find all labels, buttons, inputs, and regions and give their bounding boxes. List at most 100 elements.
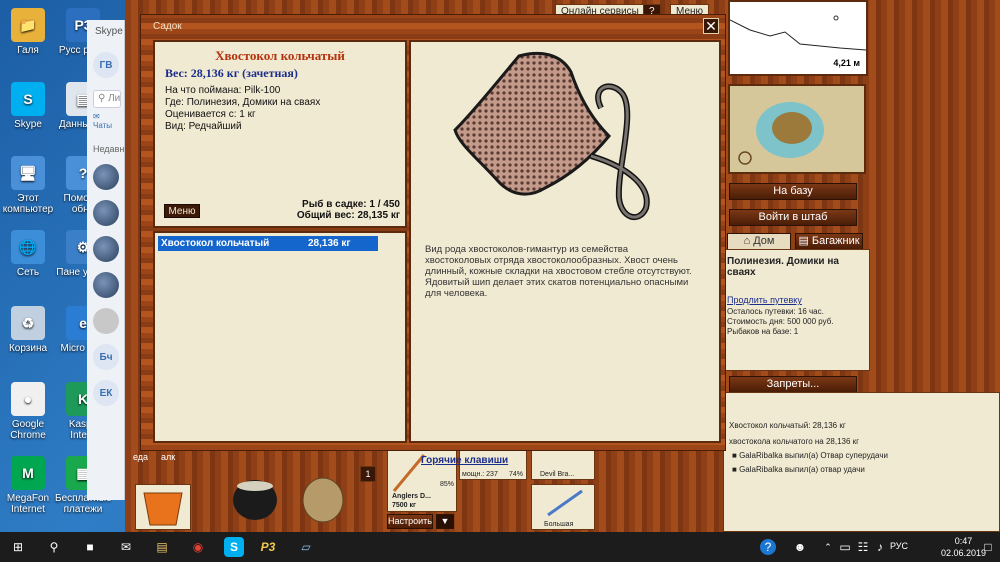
bucket-slot[interactable]: [135, 484, 191, 530]
location-title: Полинезия. Домики на сваях: [727, 256, 839, 278]
rod-name: Anglers D...: [392, 493, 431, 500]
caught-on: На что поймана: Pilk-100: [165, 85, 281, 96]
close-icon[interactable]: ✕: [703, 18, 719, 34]
store-icon[interactable]: ■: [80, 537, 100, 557]
depth-value: 4,21 м: [833, 58, 860, 68]
anglers-at-base: Рыбаков на базе: 1: [727, 327, 799, 336]
caught-where: Где: Полинезия, Домики на сваях: [165, 97, 321, 108]
location-info: Полинезия. Домики на сваях Продлить путе…: [723, 249, 870, 371]
setup-dropdown-icon[interactable]: ▼: [436, 514, 454, 529]
help-tray-icon[interactable]: ?: [760, 539, 776, 555]
mail-icon[interactable]: ✉: [116, 537, 136, 557]
lure-slot[interactable]: Devil Bra...: [531, 450, 595, 480]
species-rarity: Вид: Редчайший: [165, 121, 242, 132]
desktop-icon[interactable]: 🖥 Этот компьютер: [0, 156, 56, 215]
skype-contact-avatar[interactable]: Бч: [93, 344, 119, 370]
skype-contact-avatar[interactable]: [93, 272, 119, 298]
start-icon[interactable]: ⊞: [8, 537, 28, 557]
log-line: Хвостокол кольчатый: 28,136 кг: [729, 421, 846, 430]
desktop-app-icon: 🌐: [11, 230, 45, 264]
skype-chats-tab[interactable]: ✉ Чаты: [93, 112, 124, 130]
stingray-image: [453, 51, 650, 221]
bans-button[interactable]: Запреты...: [729, 376, 857, 393]
enter-hq-button[interactable]: Войти в штаб: [729, 209, 857, 226]
desktop-icon-label: Google Chrome: [10, 419, 46, 441]
game-taskbar-icon[interactable]: Р3: [258, 537, 278, 557]
fish-list-name: Хвостокол кольчатый: [161, 238, 270, 249]
desktop-icon-label: Галя: [17, 45, 39, 56]
desktop-icon-label: Корзина: [8, 343, 48, 354]
voucher-remaining: Осталось путевки: 16 час.: [727, 307, 824, 316]
food-label: еда: [133, 452, 149, 462]
people-icon[interactable]: ☻: [790, 537, 810, 557]
extend-voucher-link[interactable]: Продлить путевку: [727, 295, 802, 305]
hotkeys-link[interactable]: Горячие клавиши: [421, 455, 508, 466]
taskbar: ⊞ ⚲ ■ ✉ ▤ ◉ S Р3 ▱ ? ☻ ⌃ ▭ ☷ ♪ РУС 0:47 …: [0, 532, 1000, 562]
fish-list: Хвостокол кольчатый 28,136 кг: [153, 231, 407, 443]
desktop-icon-label: Skype: [14, 119, 42, 130]
volume-icon[interactable]: ♪: [870, 537, 890, 557]
fish-info-panel: Хвостокол кольчатый Вес: 28,136 кг (заче…: [153, 40, 407, 228]
island-map: [730, 86, 864, 172]
desktop-icon[interactable]: 🌐 Сеть: [0, 230, 56, 278]
desktop-app-icon: M: [11, 456, 45, 490]
lure-name: Devil Bra...: [540, 471, 575, 478]
log-line: ■ GalaRibalka выпил(а) отвар удачи: [732, 465, 865, 474]
depth-graph: 4,21 м: [728, 0, 868, 76]
skype-avatar[interactable]: ГВ: [93, 52, 119, 78]
language-indicator[interactable]: РУС: [890, 541, 908, 551]
skype-contact-avatar[interactable]: [93, 308, 119, 334]
skype-search-input[interactable]: ⚲ Ли: [93, 90, 121, 108]
notifications-icon[interactable]: □: [978, 537, 998, 557]
app-taskbar-icon[interactable]: ▱: [296, 537, 316, 557]
bucket-icon: [143, 492, 183, 526]
battery-icon[interactable]: ▭: [835, 537, 855, 557]
tab-trunk[interactable]: ▤ Багажник: [795, 233, 863, 250]
fish-list-weight: 28,136 кг: [308, 238, 351, 249]
lure2-name: Большая: [544, 521, 574, 528]
lure2-slot[interactable]: Большая: [531, 484, 595, 530]
setup-button[interactable]: Настроить: [387, 514, 433, 529]
fish-keepnet-icon[interactable]: [297, 468, 349, 524]
lure-icon: [547, 489, 583, 517]
folder-icon[interactable]: ▤: [152, 537, 172, 557]
desktop-app-icon: 🖥: [11, 156, 45, 190]
skype-contact-avatar[interactable]: [93, 236, 119, 262]
to-base-button[interactable]: На базу: [729, 183, 857, 200]
skype-contact-avatar[interactable]: ЕК: [93, 380, 119, 406]
skype-title: Skype: [95, 26, 123, 37]
desktop-icon[interactable]: 📁 Галя: [0, 8, 56, 56]
fish-list-row[interactable]: Хвостокол кольчатый 28,136 кг: [158, 236, 378, 251]
desktop-icon-label: MegaFon Internet: [6, 493, 50, 515]
desktop-icon-label: Сеть: [16, 267, 40, 278]
desktop-app-icon: S: [11, 82, 45, 116]
keepnet-dialog: Садок ✕ Хвостокол кольчатый Вес: 28,136 …: [140, 14, 726, 466]
chrome-icon[interactable]: ◉: [188, 537, 208, 557]
reel-durability: 74%: [508, 471, 523, 478]
fish-name: Хвостокол кольчатый: [215, 48, 345, 63]
skype-taskbar-icon[interactable]: S: [224, 537, 244, 557]
location-map[interactable]: [728, 84, 866, 174]
rod-durability: 85%: [439, 481, 454, 488]
log-line: хвостокола кольчатого на 28,136 кг: [729, 437, 860, 446]
reel-power: мощн.: 237: [462, 471, 498, 478]
day-cost: Стоимость дня: 500 000 руб.: [727, 317, 834, 326]
desktop-app-icon: ♻: [11, 306, 45, 340]
search-icon[interactable]: ⚲: [44, 537, 64, 557]
alcohol-label: алк: [161, 452, 176, 462]
desktop-icon[interactable]: ● Google Chrome: [0, 382, 56, 441]
rod-test-weight: 7500 кг: [392, 502, 416, 509]
skype-panel: Skype ГВ ⚲ Ли ✉ Чаты Недавн Бч ЕК: [87, 20, 125, 500]
fish-weight: Вес: 28,136 кг (зачетная): [165, 66, 298, 80]
desktop-icon[interactable]: ♻ Корзина: [0, 306, 56, 354]
total-weight: Общий вес: 28,135 кг: [296, 210, 400, 221]
pot-icon[interactable]: [230, 466, 280, 524]
desktop-icon[interactable]: M MegaFon Internet: [0, 456, 56, 515]
skype-contact-avatar[interactable]: [93, 164, 119, 190]
desktop-icon[interactable]: S Skype: [0, 82, 56, 130]
desktop-app-icon: ●: [11, 382, 45, 416]
fish-menu-button[interactable]: Меню: [164, 204, 200, 218]
fish-count: Рыб в садке: 1 / 450: [302, 199, 400, 210]
skype-contact-avatar[interactable]: [93, 200, 119, 226]
tab-home[interactable]: ⌂ Дом: [727, 233, 791, 250]
